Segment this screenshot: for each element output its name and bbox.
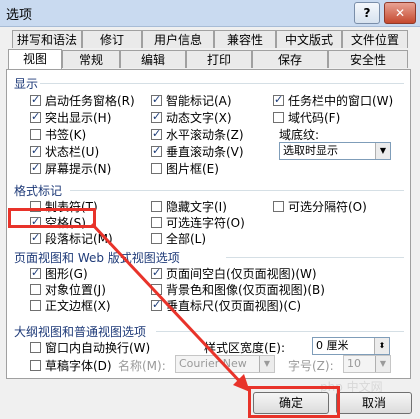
annotation-arrow (90, 222, 250, 392)
